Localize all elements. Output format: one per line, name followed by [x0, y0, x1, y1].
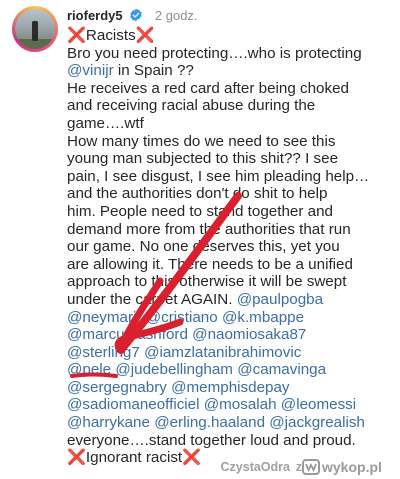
username-link[interactable]: rioferdy5: [67, 8, 123, 23]
caption-text: and receiving racial abuse during the: [67, 97, 316, 115]
mention-link[interactable]: @sterling7: [67, 344, 140, 361]
mention-link[interactable]: @sadiomaneofficiel: [67, 396, 200, 413]
caption-line: @vinijr in Spain ??: [67, 62, 397, 80]
mention-link[interactable]: @sergegnabry: [67, 379, 167, 396]
caption-line: and the authorities don't do shit to hel…: [67, 185, 397, 203]
mention-link[interactable]: @jackgrealish: [269, 414, 365, 431]
caption-line: @pele @judebellingham @camavinga: [67, 361, 397, 379]
caption-line: demand more from the authorities that ru…: [67, 221, 397, 239]
caption-text: approach to this otherwise it will be sw…: [67, 273, 347, 291]
caption-line: and receiving racial abuse during the: [67, 97, 397, 115]
caption-line: How many times do we need to see this: [67, 133, 397, 151]
post-header: rioferdy5 2 godz.: [67, 8, 198, 23]
caption-line: @marcusrashford @naomiosaka87: [67, 326, 397, 344]
mention-link[interactable]: @judebellingham: [115, 361, 233, 378]
caption-line: him. People need to stand together and: [67, 203, 397, 221]
mention-link[interactable]: @pele: [67, 361, 111, 378]
avatar-image: [15, 9, 55, 49]
cross-mark-emoji: ❌: [67, 27, 86, 44]
caption-line: our game. No one deserves this, yet you: [67, 238, 397, 256]
avatar[interactable]: [12, 6, 58, 52]
cross-mark-emoji: ❌: [135, 27, 155, 44]
mention-link[interactable]: @mosalah: [204, 396, 277, 413]
caption-line: He receives a red card after being choke…: [67, 80, 397, 98]
wykop-logo-icon: wykop.pl: [302, 459, 382, 475]
mention-link[interactable]: @memphisdepay: [171, 379, 289, 396]
caption-text: Bro you need protecting….who is protecti…: [67, 44, 362, 62]
caption-text: young man subjected to this shit?? I see: [67, 150, 339, 168]
watermark-bar: CzystaOdra z wykop.pl: [0, 455, 400, 479]
caption-line: young man subjected to this shit?? I see: [67, 150, 397, 168]
caption-line: approach to this otherwise it will be sw…: [67, 273, 397, 291]
caption-text: and the authorities don't do shit to hel…: [67, 185, 328, 203]
caption-text: game….wtf: [67, 114, 144, 132]
caption-text: our game. No one deserves this, yet you: [67, 238, 340, 256]
caption-text: are allowing it. There needs to be a uni…: [67, 255, 353, 273]
caption-text: How many times do we need to see this: [67, 132, 336, 150]
caption-text: under the carpet AGAIN.: [67, 290, 237, 308]
caption-text: in Spain ??: [113, 62, 194, 80]
caption-text: He receives a red card after being choke…: [67, 79, 349, 97]
caption-line: under the carpet AGAIN. @paulpogba: [67, 291, 397, 309]
mention-link[interactable]: @paulpogba: [237, 291, 323, 308]
caption-line: @sadiomaneofficiel @mosalah @leomessi: [67, 396, 397, 414]
mention-link[interactable]: @neymarjr: [67, 309, 142, 326]
caption-line: @sterling7 @iamzlatanibrahimovic: [67, 344, 397, 362]
mention-link[interactable]: @harrykane: [67, 414, 150, 431]
mention-link[interactable]: @iamzlatanibrahimovic: [144, 344, 301, 361]
caption-line: Bro you need protecting….who is protecti…: [67, 45, 397, 63]
mention-link[interactable]: @vinijr: [67, 62, 114, 79]
post-caption: ❌Racists❌ Bro you need protecting….who is…: [67, 27, 397, 467]
caption-text: demand more from the authorities that ru…: [67, 220, 351, 238]
caption-line: everyone….stand together loud and proud.: [67, 432, 397, 450]
mention-link[interactable]: @erling.haaland: [154, 414, 265, 431]
caption-line: @neymarjr @cristiano @k.mbappe: [67, 309, 397, 327]
caption-text: him. People need to stand together and: [67, 202, 333, 220]
caption-line: pain, I see disgust, I see him pleading …: [67, 168, 397, 186]
post-timestamp: 2 godz.: [154, 8, 198, 23]
verified-badge-icon: [130, 8, 143, 22]
mention-link[interactable]: @cristiano: [146, 309, 218, 326]
watermark-username: CzystaOdra: [220, 460, 290, 474]
mention-link[interactable]: @k.mbappe: [222, 309, 304, 326]
caption-line: @sergegnabry @memphisdepay: [67, 379, 397, 397]
caption-line: game….wtf: [67, 115, 397, 133]
watermark-site: wykop.pl: [321, 459, 382, 475]
caption-text: pain, I see disgust, I see him pleading …: [67, 167, 370, 185]
caption-line: @harrykane @erling.haaland @jackgrealish: [67, 414, 397, 432]
mention-link[interactable]: @marcusrashford: [67, 326, 188, 343]
mention-link[interactable]: @naomiosaka87: [192, 326, 306, 343]
mention-link[interactable]: @camavinga: [237, 361, 326, 378]
caption-text: Racists: [85, 27, 136, 44]
caption-line: are allowing it. There needs to be a uni…: [67, 256, 397, 274]
mention-link[interactable]: @leomessi: [281, 396, 356, 413]
caption-line: ❌Racists❌: [67, 27, 397, 45]
caption-text: everyone….stand together loud and proud.: [67, 431, 356, 449]
instagram-post: rioferdy5 2 godz. ❌Racists❌ Bro you need …: [0, 0, 400, 466]
